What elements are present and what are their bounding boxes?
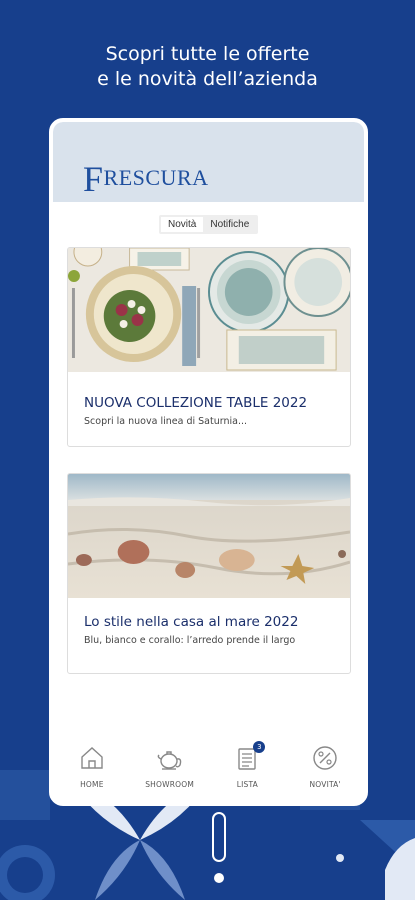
tab-notifiche[interactable]: Notifiche xyxy=(203,217,256,232)
news-card[interactable]: NUOVA COLLEZIONE TABLE 2022 Scopri la nu… xyxy=(67,247,351,447)
cart-count-badge: 3 xyxy=(253,741,266,753)
card-subtitle: Scopri la nuova linea di Saturnia... xyxy=(84,416,248,427)
brand-logo: FRESCURA xyxy=(83,159,209,199)
nav-label: HOME xyxy=(80,780,104,789)
bottom-nav: HOME SHOWROOM 3 LISTA NOVITA' xyxy=(53,741,364,802)
app-header: FRESCURA xyxy=(53,122,364,202)
card-title: NUOVA COLLEZIONE TABLE 2022 xyxy=(84,395,308,411)
nav-showroom[interactable]: SHOWROOM xyxy=(137,744,203,802)
beach-image xyxy=(68,474,350,598)
news-card[interactable]: Lo stile nella casa al mare 2022 Blu, bi… xyxy=(67,473,351,674)
tableware-image xyxy=(68,248,350,372)
promo-headline: Scopri tutte le offerte e le novità dell… xyxy=(0,42,415,92)
nav-label: SHOWROOM xyxy=(145,780,195,789)
card-subtitle: Blu, bianco e corallo: l’arredo prende i… xyxy=(84,635,296,646)
phone-frame: FRESCURA Novità Notifiche NUOVA COLLEZIO… xyxy=(49,118,368,806)
nav-novita[interactable]: NOVITA' xyxy=(292,744,358,802)
teapot-icon xyxy=(157,751,181,770)
nav-lista[interactable]: 3 LISTA xyxy=(214,741,280,802)
nav-home[interactable]: HOME xyxy=(59,744,125,802)
decorative-pill xyxy=(212,812,226,862)
tab-novita[interactable]: Novità xyxy=(161,217,204,232)
headline-line-1: Scopri tutte le offerte xyxy=(105,43,310,65)
card-title: Lo stile nella casa al mare 2022 xyxy=(84,614,299,630)
nav-label: NOVITA' xyxy=(309,780,341,789)
home-icon xyxy=(81,747,103,769)
headline-line-2: e le novità dell’azienda xyxy=(97,68,318,90)
percent-icon xyxy=(313,746,337,770)
decorative-dot xyxy=(214,873,224,883)
tab-bar: Novità Notifiche xyxy=(159,215,259,234)
nav-label: LISTA xyxy=(236,780,259,789)
